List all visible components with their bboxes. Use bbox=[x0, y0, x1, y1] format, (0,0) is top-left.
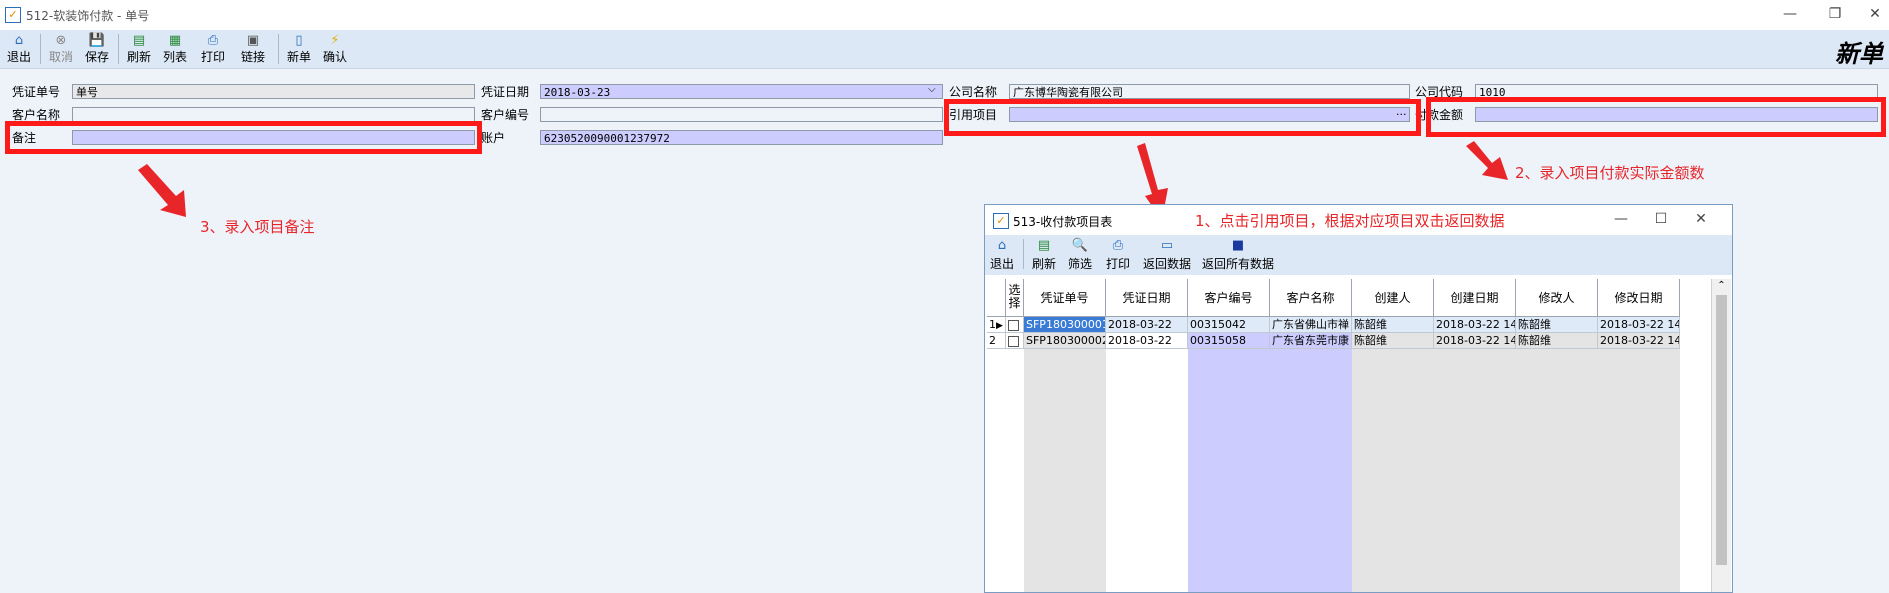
cell-date[interactable]: 2018-03-22 bbox=[1106, 317, 1188, 333]
return-all-data-button[interactable]: ■ 返回所有数据 bbox=[1199, 237, 1277, 273]
column-header[interactable]: 选择 bbox=[1006, 279, 1024, 317]
refresh-icon: ▤ bbox=[1037, 238, 1051, 253]
dialog-title: 513-收付款项目表 bbox=[1013, 215, 1113, 229]
dialog-filter-button[interactable]: 🔍 筛选 bbox=[1065, 237, 1095, 273]
column-header[interactable]: 凭证单号 bbox=[1024, 279, 1106, 317]
annotation-1: 1、点击引用项目，根据对应项目双击返回数据 bbox=[1195, 212, 1505, 230]
select-column bbox=[1006, 317, 1025, 592]
search-icon: 🔍 bbox=[1071, 238, 1089, 253]
column-header[interactable]: 客户编号 bbox=[1188, 279, 1270, 317]
row-index: 1▶ bbox=[987, 317, 1006, 333]
row-index: 2 bbox=[987, 333, 1006, 349]
table-row[interactable]: 1▶ SFP180300001 2018-03-22 00315042 广东省佛… bbox=[987, 317, 1680, 333]
cell-cust-no[interactable]: 00315042 bbox=[1188, 317, 1270, 333]
modifier-column bbox=[1516, 317, 1598, 592]
creator-column bbox=[1352, 317, 1434, 592]
cell-modifier[interactable]: 陈韶维 bbox=[1516, 317, 1598, 333]
cell-cust-no[interactable]: 00315058 bbox=[1188, 333, 1270, 349]
column-header[interactable]: 修改人 bbox=[1516, 279, 1598, 317]
date-column bbox=[1106, 317, 1188, 592]
cell-modified[interactable]: 2018-03-22 14:4 bbox=[1598, 333, 1680, 349]
modified-column bbox=[1598, 317, 1680, 592]
return-icon: ▭ bbox=[1160, 238, 1174, 253]
table-row[interactable]: 2 SFP180300002 2018-03-22 00315058 广东省东莞… bbox=[987, 333, 1680, 349]
dialog-minimize-button[interactable]: — bbox=[1610, 209, 1632, 229]
dialog-maximize-button[interactable]: ☐ bbox=[1650, 209, 1672, 229]
column-header[interactable]: 客户名称 bbox=[1270, 279, 1352, 317]
row-indicator-column bbox=[987, 317, 1007, 592]
dialog-toolbar bbox=[985, 235, 1732, 275]
scroll-thumb[interactable] bbox=[1716, 295, 1727, 565]
row-checkbox[interactable] bbox=[1006, 317, 1024, 333]
cell-cust-name[interactable]: 广东省佛山市禅 bbox=[1270, 317, 1352, 333]
cell-created[interactable]: 2018-03-22 14:4 bbox=[1434, 333, 1516, 349]
cell-modifier[interactable]: 陈韶维 bbox=[1516, 333, 1598, 349]
cell-creator[interactable]: 陈韶维 bbox=[1352, 333, 1434, 349]
cell-cust-name[interactable]: 广东省东莞市康 bbox=[1270, 333, 1352, 349]
column-header[interactable]: 修改日期 bbox=[1598, 279, 1680, 317]
printer-icon: ⎙ bbox=[1112, 238, 1124, 253]
vertical-scrollbar[interactable]: ⌃ bbox=[1711, 279, 1731, 592]
cell-created[interactable]: 2018-03-22 14:4 bbox=[1434, 317, 1516, 333]
dialog-refresh-button[interactable]: ▤ 刷新 bbox=[1029, 237, 1059, 273]
return-all-icon: ■ bbox=[1231, 238, 1245, 253]
corner-header bbox=[987, 279, 1006, 317]
arrow-remark bbox=[138, 164, 186, 217]
voucher-column bbox=[1024, 317, 1106, 592]
item-dialog: ✓ 513-收付款项目表 1、点击引用项目，根据对应项目双击返回数据 — ☐ ✕… bbox=[984, 204, 1733, 593]
annotation-2: 2、录入项目付款实际金额数 bbox=[1515, 164, 1705, 182]
dialog-app-icon: ✓ bbox=[993, 213, 1009, 229]
column-header[interactable]: 凭证日期 bbox=[1106, 279, 1188, 317]
cell-date[interactable]: 2018-03-22 bbox=[1106, 333, 1188, 349]
dialog-exit-button[interactable]: ⌂ 退出 bbox=[987, 237, 1017, 273]
scroll-up-icon[interactable]: ⌃ bbox=[1712, 279, 1731, 293]
dialog-print-button[interactable]: ⎙ 打印 bbox=[1103, 237, 1133, 273]
dialog-close-button[interactable]: ✕ bbox=[1690, 209, 1712, 229]
toolbar-separator bbox=[1023, 239, 1024, 269]
cell-modified[interactable]: 2018-03-22 14:4 bbox=[1598, 317, 1680, 333]
return-data-button[interactable]: ▭ 返回数据 bbox=[1141, 237, 1193, 273]
item-grid: 选择 凭证单号 凭证日期 客户编号 客户名称 创建人 创建日期 修改人 修改日期… bbox=[987, 279, 1710, 592]
arrow-amount bbox=[1466, 141, 1508, 180]
created-column bbox=[1434, 317, 1516, 592]
cell-voucher[interactable]: SFP180300001 bbox=[1024, 317, 1106, 333]
annotation-3: 3、录入项目备注 bbox=[200, 218, 315, 236]
column-header[interactable]: 创建人 bbox=[1352, 279, 1434, 317]
column-header[interactable]: 创建日期 bbox=[1434, 279, 1516, 317]
cust-no-column bbox=[1188, 317, 1270, 592]
home-icon: ⌂ bbox=[997, 238, 1007, 253]
cell-creator[interactable]: 陈韶维 bbox=[1352, 317, 1434, 333]
cust-name-column bbox=[1270, 317, 1352, 592]
cell-voucher[interactable]: SFP180300002 bbox=[1024, 333, 1106, 349]
row-checkbox[interactable] bbox=[1006, 333, 1024, 349]
